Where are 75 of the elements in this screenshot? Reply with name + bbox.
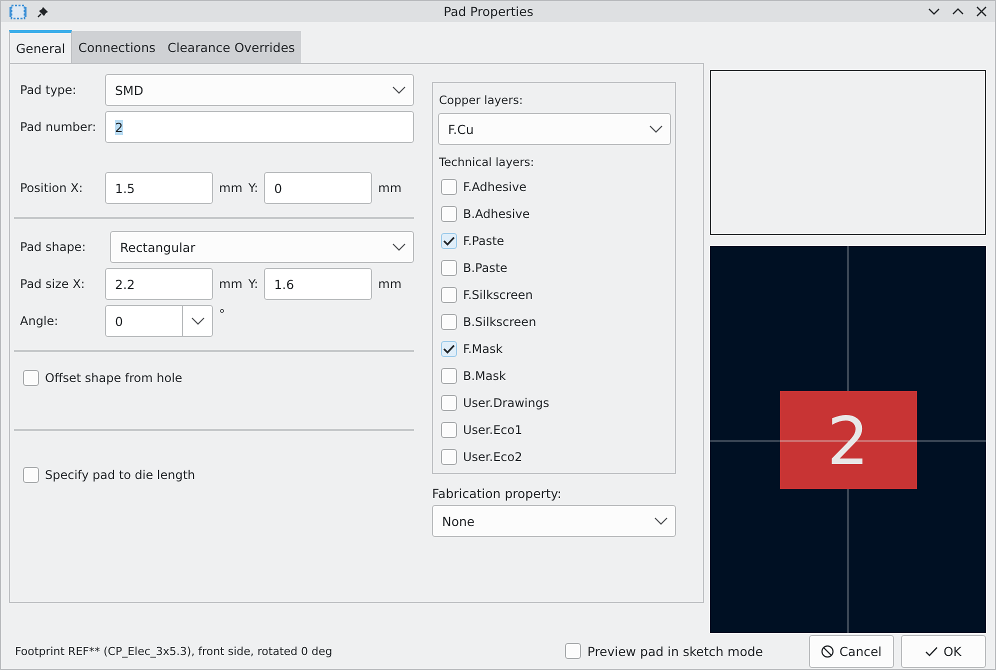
checkbox[interactable]: [441, 422, 457, 438]
checkbox[interactable]: [565, 643, 582, 660]
cancel-icon: [821, 644, 834, 658]
field-label: Position X:: [19, 181, 84, 196]
ok-button[interactable]: OK: [901, 634, 986, 668]
checkbox-label: User.Drawings: [463, 396, 550, 410]
field-label: Pad number:: [19, 120, 98, 134]
chevron-down-icon: [392, 86, 406, 94]
checkbox-label: F.Adhesive: [463, 180, 526, 194]
checkbox-label: B.Silkscreen: [463, 314, 536, 329]
checkbox[interactable]: [441, 368, 457, 384]
checkbox[interactable]: [441, 340, 457, 357]
checkbox[interactable]: [441, 232, 457, 249]
checkbox[interactable]: [441, 206, 457, 222]
checkbox-label: User.Eco2: [463, 450, 522, 464]
checkbox[interactable]: [441, 448, 457, 465]
checkbox[interactable]: [441, 314, 457, 330]
checkbox-label: F.Mask: [463, 342, 503, 356]
checkbox-label: Specify pad to die length: [45, 468, 196, 482]
chevron-down-icon: [649, 125, 663, 134]
check-icon: [925, 646, 938, 657]
section-label: Technical layers:: [438, 154, 536, 172]
checkbox-label: F.Silkscreen: [463, 288, 533, 302]
checkbox-label: B.Paste: [463, 260, 508, 275]
field-label: Pad type:: [19, 83, 78, 98]
section-label: Copper layers:: [438, 92, 524, 110]
checkbox[interactable]: [441, 394, 457, 411]
input-field[interactable]: 0: [105, 305, 213, 338]
checkbox[interactable]: [23, 370, 39, 386]
input-field[interactable]: 2: [105, 111, 414, 144]
unit-label: °: [218, 306, 226, 322]
checkbox[interactable]: [441, 178, 457, 195]
unit-label: mm: [218, 277, 244, 292]
unit-label: mm: [218, 181, 244, 196]
checkbox-label: B.Adhesive: [463, 206, 530, 221]
unit-label: mm: [377, 277, 403, 292]
input-field[interactable]: 2.2: [105, 268, 213, 300]
tab[interactable]: Connections: [72, 31, 162, 64]
field-label: Angle:: [19, 314, 60, 328]
chevron-down-icon: [654, 517, 668, 526]
field-label: Pad shape:: [19, 240, 87, 254]
field-label: Pad size X:: [19, 277, 86, 292]
field-label: Fabrication property:: [432, 486, 563, 502]
unit-label: mm: [377, 181, 403, 196]
checkbox[interactable]: [441, 286, 457, 303]
window-title: Pad Properties: [442, 4, 534, 20]
field-label: Y:: [248, 277, 258, 292]
status-text: Footprint REF** (CP_Elec_3x5.3), front side, rotated 0 deg: [15, 644, 334, 658]
dropdown[interactable]: Rectangular: [110, 231, 414, 264]
maximize-icon[interactable]: [952, 7, 964, 16]
checkbox-label: Offset shape from hole: [45, 370, 182, 385]
check-icon: [443, 344, 455, 354]
checkbox-label: Preview pad in sketch mode: [587, 644, 763, 659]
dropdown[interactable]: F.Cu: [438, 113, 671, 146]
checkbox-label: User.Eco1: [463, 422, 522, 437]
minimize-icon[interactable]: [928, 7, 940, 16]
field-label: Y:: [248, 181, 258, 196]
checkbox-label: B.Mask: [463, 368, 506, 383]
dropdown[interactable]: SMD: [105, 74, 414, 106]
close-icon[interactable]: [976, 6, 987, 18]
input-field[interactable]: 1.6: [264, 268, 372, 300]
input-field[interactable]: 0: [264, 172, 372, 204]
check-icon: [443, 236, 455, 246]
chevron-down-icon: [392, 243, 406, 252]
cancel-button[interactable]: Cancel: [809, 634, 894, 668]
chip-icon: [9, 2, 27, 21]
pin-icon[interactable]: [37, 6, 49, 18]
checkbox-label: F.Paste: [463, 234, 504, 248]
checkbox[interactable]: [441, 260, 457, 276]
dropdown[interactable]: None: [432, 505, 676, 538]
checkbox[interactable]: [23, 466, 39, 483]
input-field[interactable]: 1.5: [105, 172, 213, 204]
tab[interactable]: Clearance Overrides: [162, 31, 301, 64]
tab[interactable]: General: [9, 30, 72, 64]
chevron-down-icon: [190, 317, 204, 326]
